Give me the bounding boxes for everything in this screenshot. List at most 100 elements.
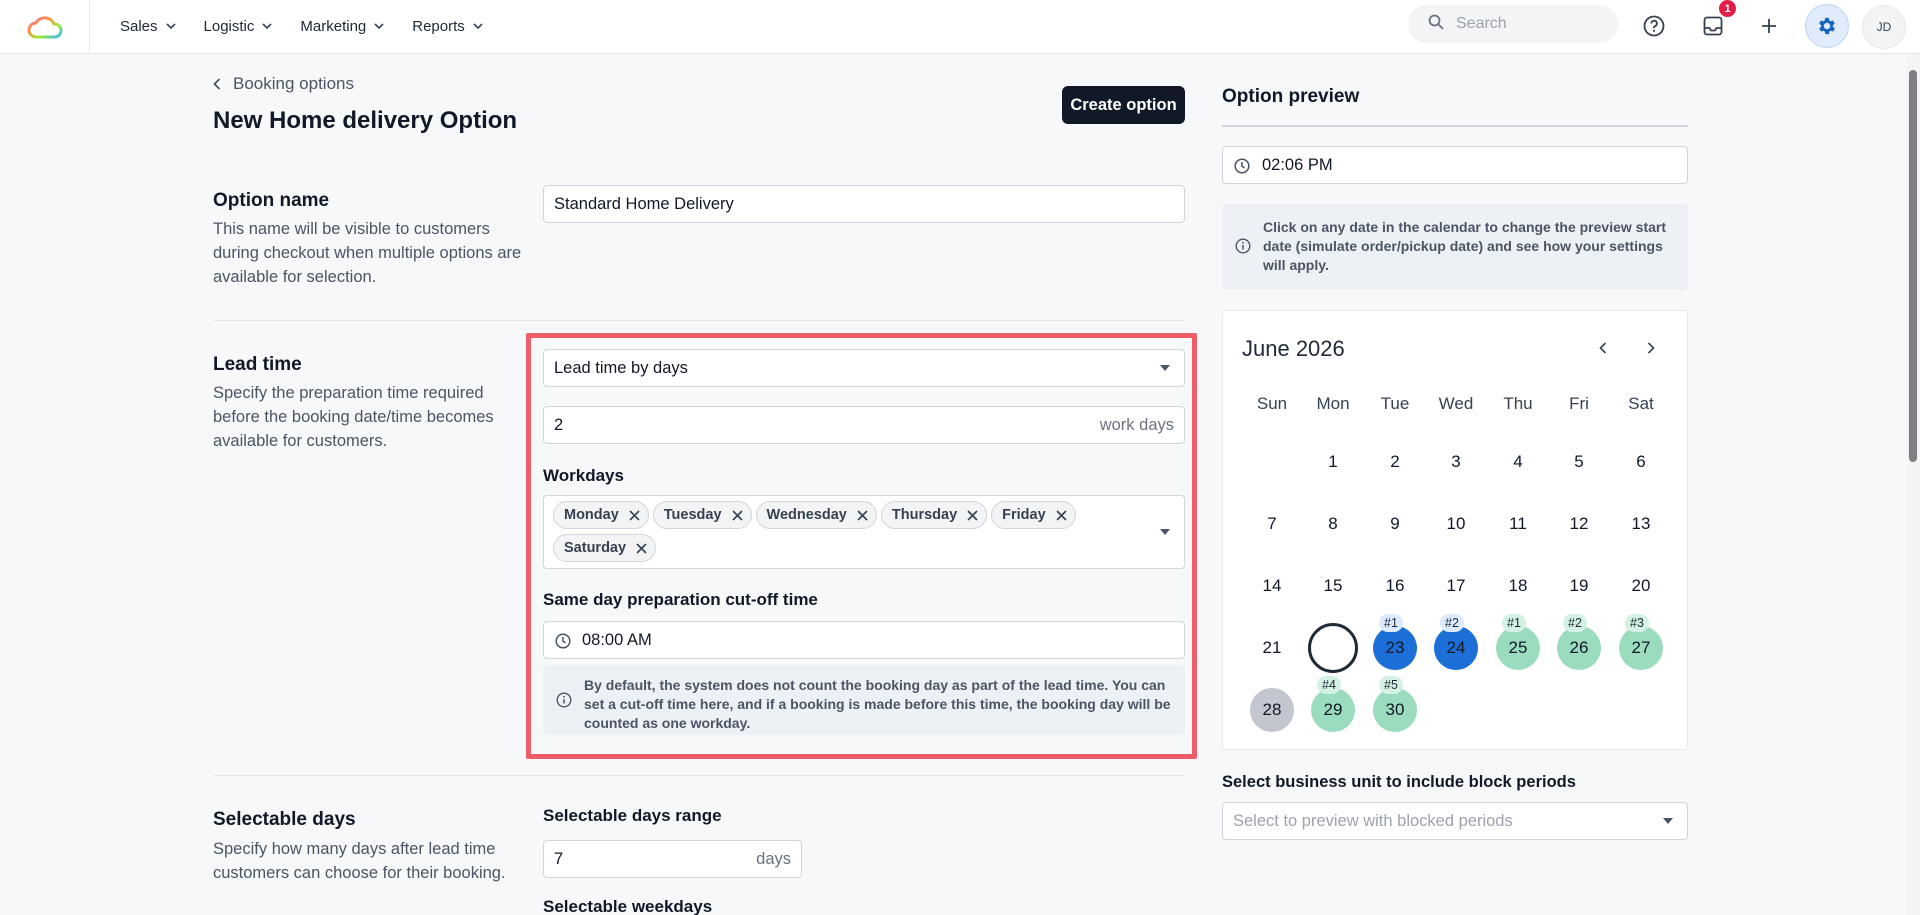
top-bar: Sales Logistic Marketing Reports 1 JD [0,0,1920,54]
calendar-day-today[interactable] [1308,623,1358,673]
calendar-day[interactable]: 3 [1434,440,1478,484]
calendar-day-available[interactable]: 26 [1557,626,1601,670]
nav-marketing[interactable]: Marketing [300,18,384,35]
remove-chip-icon[interactable] [731,509,743,521]
calendar-day[interactable]: 20 [1619,564,1663,608]
option-preview-title: Option preview [1222,86,1360,107]
calendar-day[interactable]: 17 [1434,564,1478,608]
option-name-input[interactable]: Standard Home Delivery [543,185,1185,223]
chevron-right-icon [1647,342,1655,354]
calendar-day[interactable]: 8 [1311,502,1355,546]
chevron-left-icon [213,78,221,90]
calendar-day-selected[interactable]: 24 [1434,626,1478,670]
calendar-day[interactable]: 28 [1250,688,1294,732]
remove-chip-icon[interactable] [967,509,978,521]
weekday-header: Sun [1256,394,1288,413]
main-nav: Sales Logistic Marketing Reports [120,0,511,53]
inbox-icon [1703,16,1723,36]
chevron-down-icon [262,23,272,30]
app-logo[interactable] [0,0,90,53]
workday-chip-label: Friday [1002,507,1046,523]
calendar-day[interactable]: 11 [1496,502,1540,546]
calendar-day-available[interactable]: 30 [1373,688,1417,732]
scrollbar-thumb[interactable] [1909,70,1917,462]
lead-day-tag: #2 [1440,614,1464,632]
lead-time-mode-select[interactable]: Lead time by days [543,349,1185,387]
back-link[interactable]: Booking options [213,74,354,94]
workday-chip: Friday [991,501,1076,529]
nav-logistic-label: Logistic [203,18,255,35]
workday-chip: Monday [553,501,649,529]
calendar-day[interactable]: 1 [1311,440,1355,484]
calendar-day[interactable]: 21 [1250,626,1294,670]
search-box[interactable] [1408,5,1618,43]
preview-info-text: Click on any date in the calendar to cha… [1263,219,1666,273]
search-icon [1428,14,1444,35]
calendar-day-available[interactable]: 25 [1496,626,1540,670]
info-icon [1235,238,1251,254]
cutoff-time-input[interactable]: 08:00 AM [543,621,1185,659]
days-suffix: days [756,849,791,868]
calendar-month-title: June 2026 [1242,336,1345,361]
calendar-day[interactable]: 10 [1434,502,1478,546]
weekday-header: Sat [1628,394,1654,413]
nav-sales[interactable]: Sales [120,18,176,35]
dropdown-arrow-icon [1160,365,1170,371]
selectable-day-tag: #4 [1317,676,1341,694]
lead-day-tag: #1 [1379,614,1403,632]
search-input[interactable] [1456,15,1606,33]
calendar-day[interactable]: 6 [1619,440,1663,484]
calendar-day[interactable]: 12 [1557,502,1601,546]
section-divider [213,320,1185,321]
chevron-down-icon [165,23,176,30]
remove-chip-icon[interactable] [857,509,868,521]
calendar-day[interactable]: 19 [1557,564,1601,608]
selectable-day-tag: #1 [1502,614,1526,632]
preview-calendar: June 2026 Sun Mon Tue Wed Thu Fri Sat 1 … [1222,310,1688,750]
calendar-day-available[interactable]: 27 [1619,626,1663,670]
work-days-suffix: work days [1099,415,1174,434]
nav-reports[interactable]: Reports [412,18,483,35]
calendar-day[interactable]: 9 [1373,502,1417,546]
selectable-days-input[interactable]: 7 days [543,840,802,878]
workday-chip: Tuesday [652,501,752,529]
workday-chip-label: Monday [564,507,619,523]
nav-logistic[interactable]: Logistic [204,18,273,35]
calendar-day[interactable]: 2 [1373,440,1417,484]
preview-time-input[interactable]: 02:06 PM [1222,146,1688,184]
calendar-day[interactable]: 7 [1250,502,1294,546]
workday-chip-label: Wednesday [766,507,847,523]
help-button[interactable] [1635,7,1673,45]
settings-button[interactable] [1805,4,1849,48]
business-unit-select[interactable]: Select to preview with blocked periods [1222,802,1688,840]
lead-time-mode-value: Lead time by days [554,358,688,377]
selectable-days-title: Selectable days [213,809,356,830]
create-option-button[interactable]: Create option [1062,86,1185,124]
calendar-day[interactable]: 5 [1557,440,1601,484]
plus-icon [1762,19,1776,33]
remove-chip-icon[interactable] [636,542,647,554]
preview-info-box: Click on any date in the calendar to cha… [1222,204,1688,290]
avatar[interactable]: JD [1862,5,1906,49]
section-divider [213,775,1185,776]
calendar-day[interactable]: 16 [1373,564,1417,608]
calendar-prev-button[interactable] [1588,333,1618,363]
add-button[interactable] [1750,7,1788,45]
calendar-day-selected[interactable]: 23 [1373,626,1417,670]
selectable-day-tag: #5 [1379,676,1403,694]
lead-time-description: Specify the preparation time required be… [213,384,494,450]
calendar-day[interactable]: 18 [1496,564,1540,608]
remove-chip-icon[interactable] [1056,509,1067,521]
dropdown-arrow-icon [1160,529,1170,535]
remove-chip-icon[interactable] [629,509,640,521]
workdays-multiselect[interactable]: Monday Tuesday Wednesday Thursday Friday… [543,495,1185,569]
lead-time-days-input[interactable]: 2 work days [543,406,1185,444]
selectable-days-value: 7 [554,849,564,868]
calendar-day[interactable]: 4 [1496,440,1540,484]
calendar-day[interactable]: 13 [1619,502,1663,546]
gear-icon [1819,17,1835,35]
calendar-day[interactable]: 14 [1250,564,1294,608]
calendar-day[interactable]: 15 [1311,564,1355,608]
calendar-day-available[interactable]: 29 [1311,688,1355,732]
calendar-next-button[interactable] [1636,333,1666,363]
